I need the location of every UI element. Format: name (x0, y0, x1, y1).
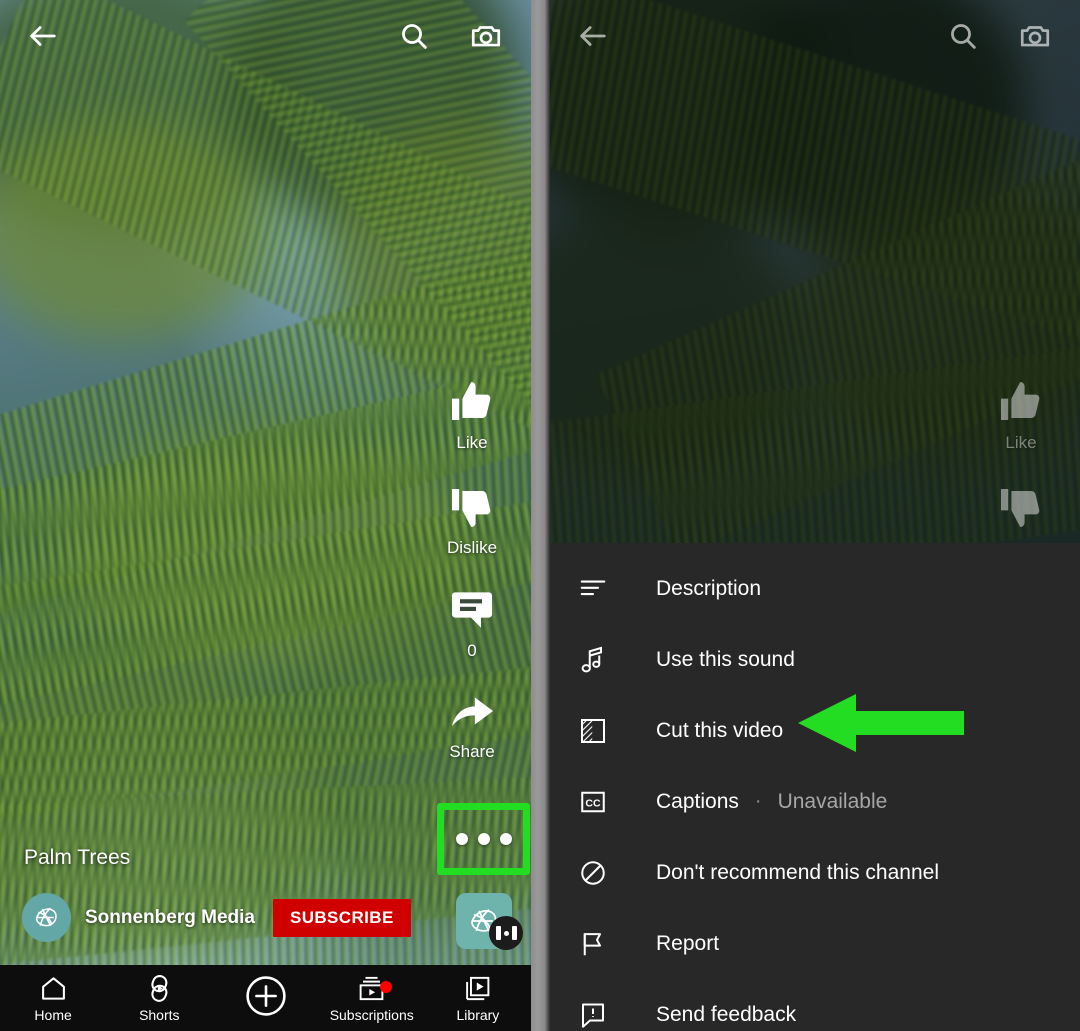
search-button[interactable] (385, 7, 443, 65)
cut-video-icon (578, 716, 630, 746)
nav-label-subscriptions: Subscriptions (329, 1006, 414, 1023)
thumbs-up-icon (1001, 382, 1040, 420)
right-topbar (550, 0, 1080, 72)
channel-name[interactable]: Sonnenberg Media (85, 907, 255, 929)
panel-divider (531, 0, 550, 1031)
dislike-label: Dislike (446, 538, 498, 557)
back-arrow-icon (580, 26, 606, 46)
thumbs-up-icon (452, 382, 491, 420)
flag-icon (578, 929, 630, 959)
search-icon (402, 24, 427, 49)
dislike-button[interactable]: Dislike (447, 483, 497, 558)
green-left-arrow-icon (798, 694, 964, 752)
action-rail: Like Dislike 0 Share (427, 378, 517, 762)
nav-label-home: Home (34, 1006, 72, 1023)
music-note-icon (578, 645, 630, 675)
feedback-icon (578, 1000, 630, 1030)
menu-label-use-this-sound: Use this sound (656, 647, 795, 671)
menu-value-captions: Unavailable (777, 789, 888, 813)
back-button[interactable] (14, 7, 72, 65)
share-button[interactable]: Share (448, 687, 496, 762)
subscribe-button[interactable]: SUBSCRIBE (272, 898, 411, 937)
plus-circle-icon (245, 976, 286, 1016)
menu-label-captions: Captions (656, 789, 739, 813)
channel-logo-icon (35, 907, 57, 927)
right-panel-menu-open: Like Description Use this sound Cut this… (550, 0, 1080, 1031)
menu-item-report[interactable]: Report (550, 908, 1080, 979)
menu-label-report: Report (656, 931, 720, 955)
menu-item-captions[interactable]: CC Captions · Unavailable (550, 766, 1080, 837)
bottom-navigation: Home Shorts Subscriptions Library (0, 965, 531, 1031)
menu-label-description: Description (656, 576, 762, 600)
avatar[interactable] (22, 893, 71, 942)
closed-captions-icon: CC (578, 787, 630, 817)
left-topbar (0, 0, 531, 72)
audio-badge-icon (489, 916, 523, 950)
menu-label-dont-recommend-channel: Don't recommend this channel (656, 860, 939, 884)
camera-icon (471, 26, 501, 47)
back-arrow-icon (30, 26, 56, 46)
menu-item-use-this-sound[interactable]: Use this sound (550, 624, 1080, 695)
description-icon (578, 574, 630, 604)
options-bottom-sheet: Description Use this sound Cut this vide… (550, 543, 1080, 1031)
share-label: Share (449, 742, 495, 761)
menu-item-description[interactable]: Description (550, 553, 1080, 624)
comment-count: 0 (467, 641, 477, 660)
like-button[interactable]: Like (448, 378, 496, 453)
channel-row: Sonnenberg Media SUBSCRIBE (22, 893, 411, 942)
nav-item-home[interactable]: Home (0, 974, 106, 1023)
block-circle-icon (578, 858, 630, 888)
nav-label-shorts: Shorts (139, 1006, 180, 1023)
search-icon (951, 24, 976, 49)
menu-label-send-feedback: Send feedback (656, 1002, 797, 1026)
comments-button[interactable]: 0 (448, 586, 496, 661)
menu-separator: · (754, 790, 762, 812)
action-rail-dimmed: Like (976, 378, 1066, 538)
library-icon (466, 976, 490, 1000)
more-options-button[interactable] (437, 803, 530, 875)
camera-button[interactable] (1006, 7, 1064, 65)
left-panel-shorts-player: Like Dislike 0 Share Palm Trees Sonnenbe… (0, 0, 531, 1031)
video-title: Palm Trees (24, 846, 131, 869)
share-icon (452, 697, 493, 726)
like-label: Like (1005, 433, 1037, 452)
menu-label-cut-this-video: Cut this video (656, 718, 784, 742)
dislike-button[interactable] (997, 483, 1045, 538)
like-label: Like (456, 433, 488, 452)
nav-item-shorts[interactable]: Shorts (106, 974, 212, 1023)
svg-text:CC: CC (585, 797, 601, 809)
nav-item-subscriptions[interactable]: Subscriptions (319, 974, 425, 1023)
nav-item-create[interactable] (212, 972, 318, 1024)
three-dots-icon (455, 833, 512, 845)
home-icon (41, 976, 65, 1000)
search-button[interactable] (934, 7, 992, 65)
camera-button[interactable] (457, 7, 515, 65)
thumbs-down-icon (452, 489, 491, 527)
screenshot-root: Like Dislike 0 Share Palm Trees Sonnenbe… (0, 0, 1080, 1031)
nav-label-library: Library (456, 1006, 500, 1023)
subscriptions-badge (379, 980, 392, 993)
back-button[interactable] (564, 7, 622, 65)
menu-item-dont-recommend-channel[interactable]: Don't recommend this channel (550, 837, 1080, 908)
menu-item-send-feedback[interactable]: Send feedback (550, 979, 1080, 1031)
camera-icon (1020, 26, 1050, 47)
thumbs-down-icon (1001, 489, 1040, 527)
like-button[interactable]: Like (997, 378, 1045, 453)
comment-icon (452, 592, 492, 628)
nav-item-library[interactable]: Library (425, 974, 531, 1023)
shorts-icon (151, 974, 168, 1002)
